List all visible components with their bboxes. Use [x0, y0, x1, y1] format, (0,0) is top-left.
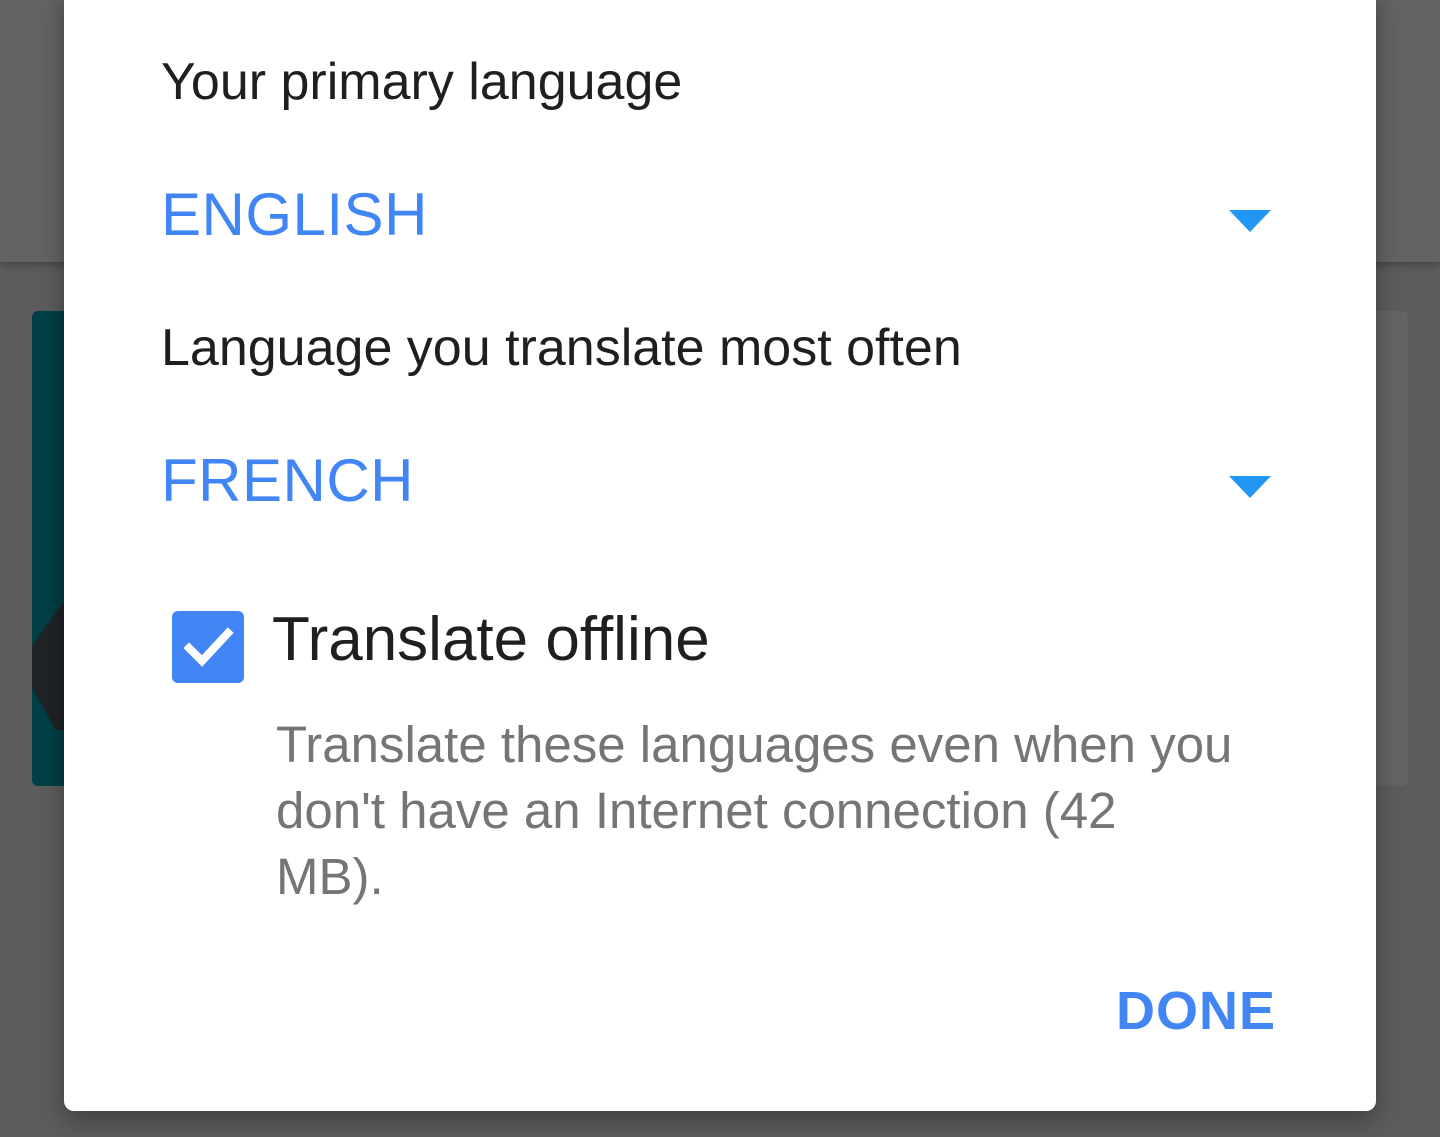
translate-offline-description: Translate these languages even when you …	[276, 716, 1233, 905]
primary-language-spinner[interactable]: ENGLISH	[161, 180, 1271, 260]
primary-language-value: ENGLISH	[161, 181, 428, 248]
triangle-down-icon	[1229, 210, 1271, 232]
done-button[interactable]: DONE	[1116, 980, 1276, 1042]
translate-offline-checkbox[interactable]	[172, 611, 244, 683]
checkmark-icon	[183, 627, 234, 667]
triangle-down-icon	[1229, 476, 1271, 498]
translate-offline-title: Translate offline	[272, 605, 710, 674]
translate-offline-row[interactable]: Translate offline	[172, 600, 1272, 683]
translate-language-value: FRENCH	[161, 447, 414, 514]
language-settings-dialog: Your primary language ENGLISH Language y…	[64, 0, 1376, 1111]
primary-language-label: Your primary language	[161, 53, 683, 111]
translate-language-spinner[interactable]: FRENCH	[161, 446, 1271, 526]
translate-language-label: Language you translate most often	[161, 319, 962, 377]
